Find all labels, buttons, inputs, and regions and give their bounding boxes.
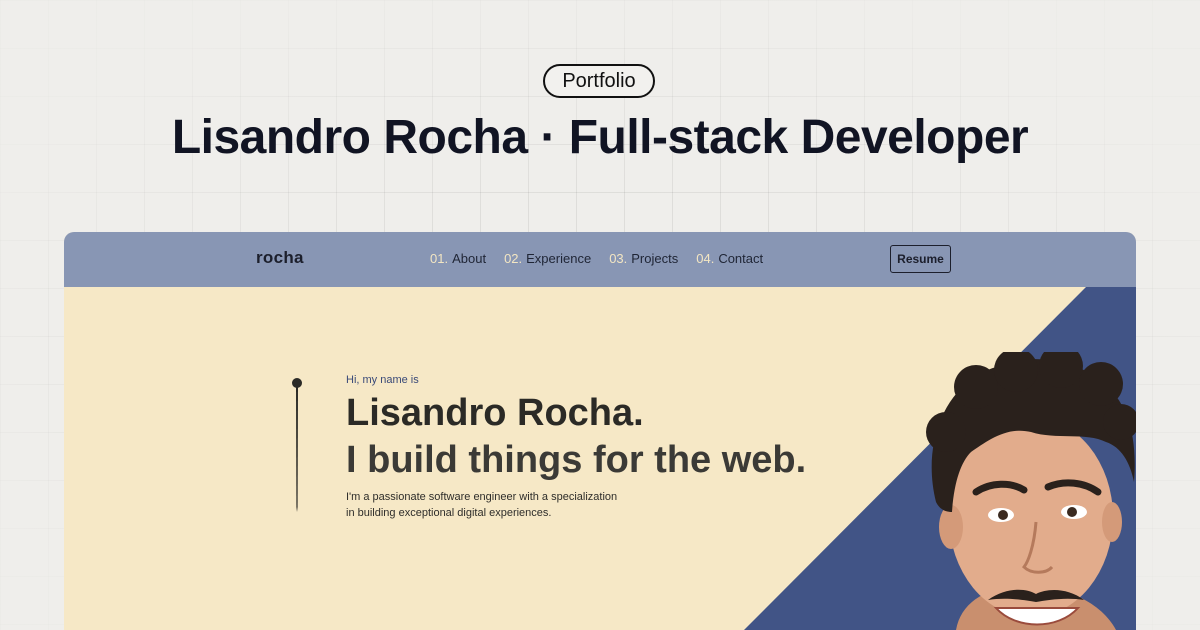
nav-item-number: 03. bbox=[609, 251, 628, 266]
portfolio-badge-label: Portfolio bbox=[562, 69, 636, 92]
page-title: Lisandro Rocha · Full-stack Developer bbox=[171, 111, 1029, 164]
site-preview-window: rocha 01. About 02. Experience 03. Projects… bbox=[64, 232, 1136, 630]
nav-item-number: 04. bbox=[696, 251, 715, 266]
nav-item-label: Projects bbox=[631, 251, 679, 266]
nav-item-number: 02. bbox=[504, 251, 523, 266]
nav-menu: 01. About 02. Experience 03. Projects 04. Co… bbox=[430, 251, 763, 266]
hero-greeting: Hi, my name is bbox=[346, 374, 419, 386]
nav-item-projects[interactable]: 03. Projects bbox=[609, 251, 678, 266]
nav-item-label: Contact bbox=[718, 251, 764, 266]
portfolio-badge: Portfolio bbox=[543, 64, 655, 98]
site-navbar: rocha 01. About 02. Experience 03. Projects… bbox=[64, 232, 1136, 287]
portrait-photo bbox=[926, 352, 1136, 630]
nav-item-label: About bbox=[452, 251, 487, 266]
nav-item-experience[interactable]: 02. Experience bbox=[504, 251, 591, 266]
hero-tagline: I build things for the web. bbox=[346, 439, 807, 481]
nav-item-label: Experience bbox=[526, 251, 592, 266]
resume-button[interactable]: Resume bbox=[890, 245, 951, 273]
hero-description-line: in building exceptional digital experien… bbox=[346, 507, 552, 519]
hero-description-line: I'm a passionate software engineer with … bbox=[346, 491, 618, 503]
nav-item-about[interactable]: 01. About bbox=[430, 251, 486, 266]
timeline-dot-icon bbox=[292, 378, 302, 512]
nav-item-contact[interactable]: 04. Contact bbox=[696, 251, 763, 266]
site-logo[interactable]: rocha bbox=[256, 248, 304, 268]
nav-item-number: 01. bbox=[430, 251, 449, 266]
hero-name: Lisandro Rocha. bbox=[346, 392, 644, 434]
hero-description: I'm a passionate software engineer with … bbox=[346, 489, 666, 521]
